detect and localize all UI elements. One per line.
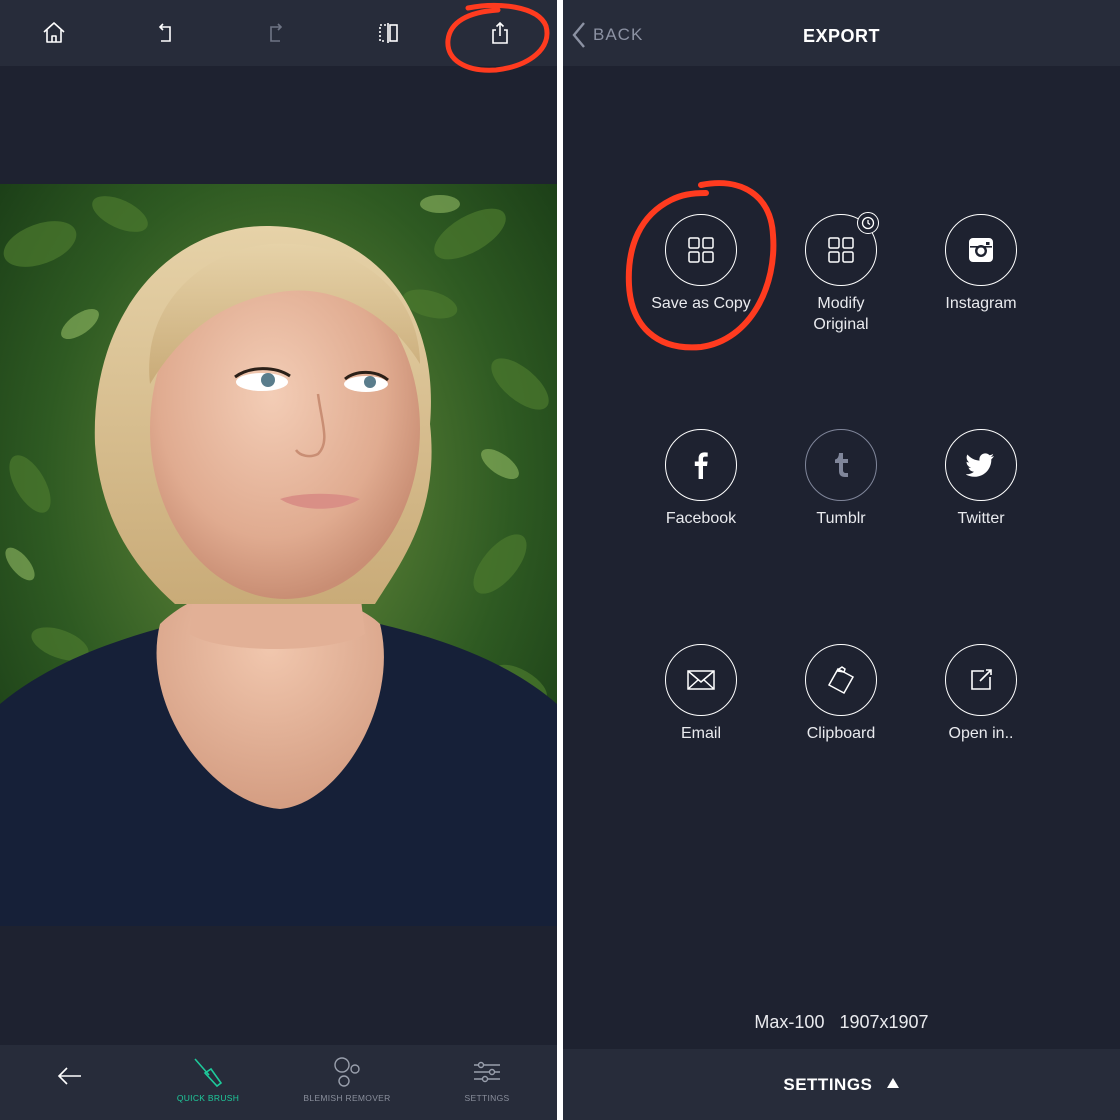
blemish-remover-label: BLEMISH REMOVER <box>303 1093 391 1103</box>
email-icon <box>665 644 737 716</box>
quick-brush-tool[interactable]: QUICK BRUSH <box>168 1045 248 1120</box>
redo-icon[interactable] <box>261 18 291 48</box>
open-in-icon <box>945 644 1017 716</box>
settings-tool[interactable]: SETTINGS <box>447 1045 527 1120</box>
export-info: Max-100 1907x1907 <box>563 1012 1120 1033</box>
clock-badge-icon <box>857 212 879 234</box>
clipboard-label: Clipboard <box>806 725 876 742</box>
settings-tool-label: SETTINGS <box>464 1093 510 1103</box>
editor-toolbar <box>0 0 557 66</box>
twitter-button[interactable]: Twitter <box>911 429 1051 529</box>
share-icon[interactable] <box>485 18 515 48</box>
instagram-label: Instagram <box>945 295 1017 312</box>
facebook-label: Facebook <box>665 510 737 527</box>
triangle-up-icon <box>886 1078 899 1088</box>
twitter-label: Twitter <box>957 510 1005 527</box>
modify-original-label: Modify Original <box>813 295 869 333</box>
export-header: BACK EXPORT <box>563 0 1120 66</box>
settings-label: SETTINGS <box>783 1075 873 1094</box>
quality-value: Max-100 <box>754 1012 825 1032</box>
back-arrow-button[interactable] <box>40 1045 100 1120</box>
open-in-label: Open in.. <box>948 725 1014 742</box>
modify-original-button[interactable]: Modify Original <box>771 212 911 335</box>
facebook-button[interactable]: Facebook <box>631 429 771 529</box>
export-bottom-bar: SETTINGS <box>563 1049 1120 1120</box>
portrait-photo-image <box>0 184 557 926</box>
twitter-icon <box>945 429 1017 501</box>
blemish-remover-tool[interactable]: BLEMISH REMOVER <box>297 1045 397 1120</box>
quick-brush-label: QUICK BRUSH <box>176 1093 240 1103</box>
email-button[interactable]: Email <box>631 644 771 744</box>
undo-icon[interactable] <box>150 18 180 48</box>
email-label: Email <box>680 725 721 742</box>
dimensions-value: 1907x1907 <box>839 1012 929 1032</box>
instagram-icon <box>945 214 1017 286</box>
portrait-photo[interactable] <box>0 184 557 926</box>
brush-icon <box>194 1058 223 1088</box>
save-as-copy-button[interactable]: Save as Copy <box>631 214 771 314</box>
tumblr-label: Tumblr <box>816 510 866 527</box>
export-screen: BACK EXPORT Save as Copy Modify Original… <box>563 0 1120 1120</box>
facebook-icon <box>665 429 737 501</box>
clipboard-icon <box>805 644 877 716</box>
sliders-icon <box>474 1061 500 1083</box>
tumblr-button[interactable]: Tumblr <box>771 429 911 529</box>
grid-icon <box>665 214 737 286</box>
save-as-copy-label: Save as Copy <box>651 295 751 312</box>
editor-screen: QUICK BRUSH BLEMISH REMOVER SETTINGS <box>0 0 557 1120</box>
grid-clock-icon <box>805 212 879 286</box>
page-title: EXPORT <box>802 26 880 46</box>
editor-bottom-bar: QUICK BRUSH BLEMISH REMOVER SETTINGS <box>0 1045 557 1120</box>
clipboard-button[interactable]: Clipboard <box>771 644 911 744</box>
open-in-button[interactable]: Open in.. <box>911 644 1051 744</box>
settings-button[interactable]: SETTINGS <box>563 1075 1120 1095</box>
tumblr-icon <box>805 429 877 501</box>
blemish-icon <box>334 1057 360 1087</box>
back-arrow-icon <box>57 1067 81 1085</box>
instagram-button[interactable]: Instagram <box>911 214 1051 314</box>
compare-icon[interactable] <box>373 18 403 48</box>
home-icon[interactable] <box>39 18 69 48</box>
